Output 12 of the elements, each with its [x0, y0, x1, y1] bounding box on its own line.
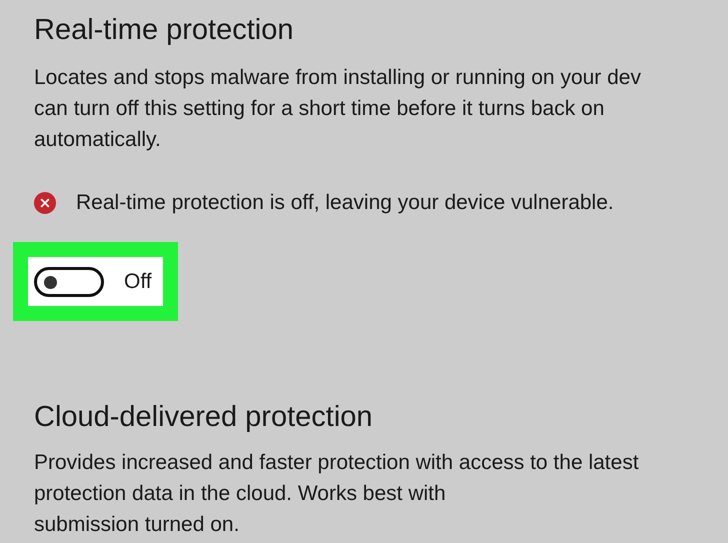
description-text: Locates and stops malware from installing or running on your dev [34, 65, 641, 91]
description-text: Provides increased and faster protection with access to the latest [34, 450, 639, 476]
error-icon [34, 192, 56, 214]
description-text: protection data in the cloud. Works best with [34, 481, 446, 507]
description-text: submission turned on. [34, 512, 240, 538]
toggle-label: Off [124, 270, 152, 294]
alert-text: Real-time protection is off, leaving your device vulnerable. [76, 190, 614, 216]
description-text: automatically. [34, 127, 161, 153]
toggle-switch[interactable] [34, 266, 104, 296]
section-heading: Real-time protection [34, 13, 294, 48]
section-heading: Cloud-delivered protection [34, 400, 374, 435]
description-text: can turn off this setting for a short time before it turns back on [34, 96, 604, 122]
